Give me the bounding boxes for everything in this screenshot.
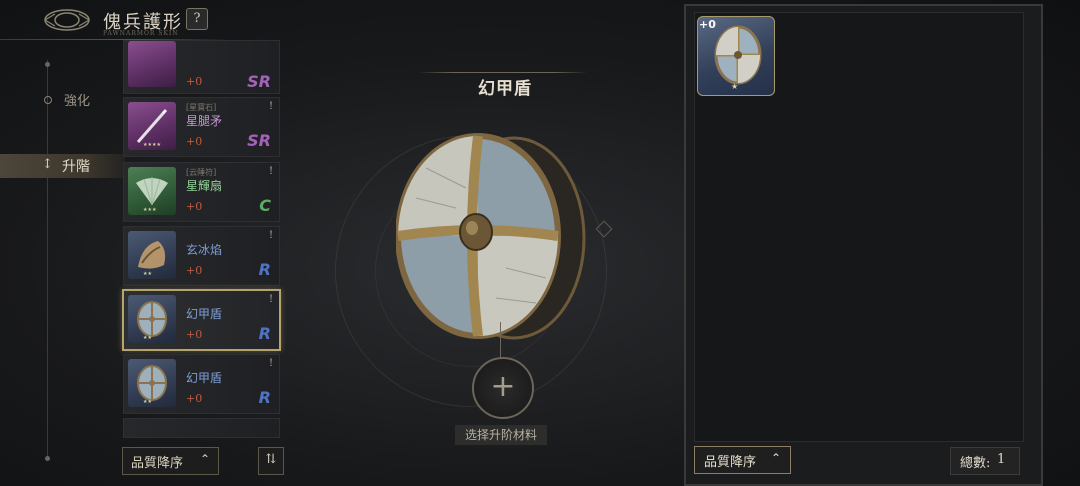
sort-dropdown[interactable]: 品質降序 ⌃	[122, 447, 219, 475]
nav-item-label: 強化	[64, 94, 91, 109]
help-button[interactable]: ?	[186, 8, 208, 30]
item-card[interactable]: ★★★★ [星寶石] 星腿矛 +0 SR !	[123, 97, 280, 157]
item-level: +0	[186, 75, 203, 88]
item-level: +0	[186, 200, 203, 213]
sort-dropdown-right[interactable]: 品質降序 ⌃	[694, 446, 791, 474]
order-toggle-button[interactable]: ⇅	[258, 447, 284, 475]
add-material-button[interactable]: +	[472, 357, 534, 419]
total-value: 1	[997, 452, 1006, 467]
nav-item-label: 升階	[62, 159, 90, 175]
alert-icon: !	[268, 230, 273, 241]
sort-label: 品質降序	[131, 456, 184, 471]
selected-item-title: 幻甲盾	[478, 79, 532, 99]
chevron-up-icon: ⌃	[771, 451, 782, 465]
item-rarity: C	[259, 196, 271, 215]
item-level: +0	[186, 392, 203, 405]
item-rarity: SR	[247, 131, 271, 150]
nav-rail	[47, 60, 48, 460]
item-name: 星腿矛	[186, 114, 223, 128]
item-level: +0	[186, 328, 203, 341]
spear-icon: ★★★★	[128, 102, 176, 150]
item-card[interactable]: ★★ 玄冰焰 +0 R !	[123, 226, 280, 286]
item-rarity: R	[258, 260, 271, 279]
nav-item-ascend[interactable]: ↕ 升階	[0, 154, 125, 178]
page-subtitle: PAWNARMOR SKIN	[103, 30, 179, 37]
nav-dot-icon	[45, 456, 50, 461]
connector-line	[500, 322, 501, 358]
item-rarity: R	[258, 324, 271, 343]
item-thumbnail	[128, 41, 176, 87]
alert-icon: !	[268, 358, 273, 369]
shield-preview-icon	[396, 133, 586, 340]
material-level: +0	[699, 18, 716, 31]
item-card[interactable]: ★★ 幻甲盾 +0 R !	[123, 354, 280, 414]
title-divider	[418, 72, 588, 73]
item-level: +0	[186, 135, 203, 148]
item-name: 幻甲盾	[186, 371, 223, 385]
alert-icon: !	[268, 101, 273, 112]
item-level: +0	[186, 264, 203, 277]
item-rarity: SR	[247, 72, 271, 91]
flame-gauntlet-icon: ★★	[128, 231, 176, 279]
star-icon: ★	[731, 82, 739, 91]
alert-icon: !	[268, 294, 273, 305]
nav-item-strengthen[interactable]: 強化	[40, 90, 110, 110]
item-card[interactable]: +0 SR	[123, 40, 280, 94]
item-name: 玄冰焰	[186, 243, 223, 257]
shield-icon: ★★	[128, 295, 176, 343]
item-card-partial[interactable]	[123, 418, 280, 438]
total-label: 總數:	[960, 456, 991, 471]
sort-label: 品質降序	[704, 455, 757, 470]
item-name: 幻甲盾	[186, 307, 223, 321]
nav-dot-icon	[45, 62, 50, 67]
chevron-up-icon: ⌃	[200, 452, 211, 466]
shield-icon: ★★	[128, 359, 176, 407]
emblem-icon	[44, 9, 90, 31]
alert-icon: !	[268, 166, 273, 177]
add-material-label: 选择升阶材料	[455, 425, 547, 445]
item-name: 星輝扇	[186, 179, 223, 193]
item-card-selected[interactable]: ★★ 幻甲盾 +0 R !	[122, 289, 281, 351]
fan-icon: ★★★	[128, 167, 176, 215]
total-count: 總數: 1	[950, 447, 1020, 475]
up-down-arrow-icon: ↕	[42, 157, 53, 172]
item-card[interactable]: ★★★ [云陲符] 星輝扇 +0 C !	[123, 162, 280, 222]
circle-bullet-icon	[44, 96, 52, 104]
item-rarity: R	[258, 388, 271, 407]
